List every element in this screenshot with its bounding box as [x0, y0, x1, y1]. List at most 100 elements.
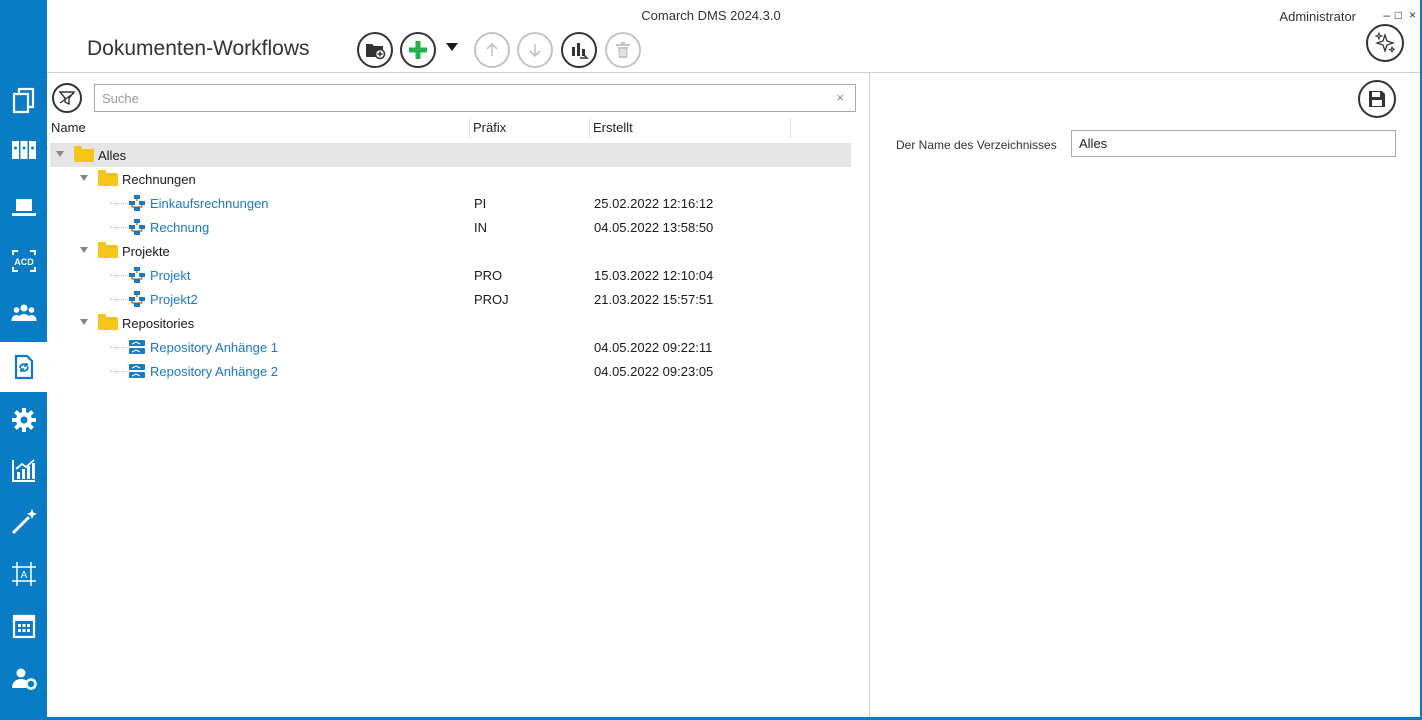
users-icon [11, 304, 36, 321]
sparkles-icon [1374, 31, 1396, 54]
tree-folder-row[interactable]: Projekte [50, 239, 851, 263]
document-workflow-icon [14, 354, 33, 380]
tree-item-row[interactable]: Rechnung IN 04.05.2022 13:58:50 [50, 215, 851, 239]
nav-binders[interactable] [0, 125, 47, 175]
plus-icon [409, 41, 427, 59]
tree-item-row[interactable]: Repository Anhänge 1 04.05.2022 09:22:11 [50, 335, 851, 359]
text-frame-icon: A [11, 562, 36, 586]
column-header-prefix[interactable]: Präfix [473, 120, 506, 135]
tree-item-name[interactable]: Projekt [150, 268, 190, 283]
sort-button[interactable] [561, 32, 597, 68]
nav-text-recognition[interactable]: A [0, 549, 47, 599]
nav-settings[interactable] [0, 395, 47, 445]
minimize-button[interactable]: – [1383, 8, 1390, 22]
tree-item-created: 25.02.2022 12:16:12 [594, 196, 714, 211]
workflow-icon [128, 218, 146, 236]
tree-item-row[interactable]: Projekt2 PROJ 21.03.2022 15:57:51 [50, 287, 851, 311]
column-separator[interactable] [589, 118, 590, 138]
tree-item-prefix: PROJ [474, 292, 509, 307]
nav-reports[interactable] [0, 445, 47, 495]
folder-icon [74, 146, 94, 162]
ai-assistant-button[interactable] [1366, 24, 1404, 62]
move-down-button[interactable] [517, 32, 553, 68]
tree-item-name: Repositories [122, 316, 195, 331]
nav-laptop[interactable] [0, 183, 47, 233]
sort-icon [572, 43, 589, 59]
trash-icon [616, 42, 630, 58]
column-separator[interactable] [790, 118, 791, 138]
tree-item-created: 21.03.2022 15:57:51 [594, 292, 714, 307]
partial-icon [10, 711, 38, 720]
tree-item-prefix: PI [474, 196, 487, 211]
search-input[interactable] [95, 85, 815, 111]
close-button[interactable]: × [1409, 8, 1416, 22]
folder-icon [98, 314, 118, 330]
expand-toggle-icon[interactable] [80, 247, 88, 253]
tree-connector [110, 227, 126, 228]
page-title: Dokumenten-Workflows [87, 37, 310, 60]
filter-button[interactable] [52, 83, 82, 113]
left-nav: ACD A [0, 0, 47, 720]
add-folder-icon [366, 44, 386, 60]
directory-name-input[interactable] [1072, 131, 1395, 156]
delete-button[interactable] [605, 32, 641, 68]
tree-item-created: 04.05.2022 13:58:50 [594, 220, 714, 235]
laptop-icon [11, 199, 36, 216]
column-separator[interactable] [469, 118, 470, 138]
nav-user-settings[interactable] [0, 653, 47, 703]
nav-document-workflows[interactable] [0, 342, 47, 392]
tree-item-name[interactable]: Rechnung [150, 220, 209, 235]
acd-icon: ACD [11, 250, 36, 272]
floppy-disk-icon [1369, 91, 1385, 107]
search-box: × [94, 84, 856, 112]
tree-item-name[interactable]: Repository Anhänge 1 [150, 340, 278, 355]
repository-icon [128, 338, 146, 356]
user-name[interactable]: Administrator [1279, 9, 1356, 24]
arrow-down-icon [529, 44, 541, 58]
column-header-name[interactable]: Name [51, 120, 86, 135]
nav-calculator[interactable] [0, 601, 47, 651]
app-window: ACD A Comarch DMS 2024.3.0 Administrator… [0, 0, 1422, 720]
nav-documents[interactable] [0, 75, 47, 125]
search-clear-icon[interactable]: × [836, 90, 844, 105]
tree-item-name[interactable]: Repository Anhänge 2 [150, 364, 278, 379]
filter-clear-icon [58, 91, 76, 106]
tree-item-name[interactable]: Einkaufsrechnungen [150, 196, 269, 211]
move-up-button[interactable] [474, 32, 510, 68]
add-workflow-button[interactable] [400, 32, 436, 68]
tree-folder-row[interactable]: Repositories [50, 311, 851, 335]
save-button[interactable] [1358, 80, 1396, 118]
binders-icon [11, 141, 36, 159]
tree-item-name: Rechnungen [122, 172, 196, 187]
expand-toggle-icon[interactable] [56, 151, 64, 157]
add-folder-button[interactable] [357, 32, 393, 68]
tree-item-name[interactable]: Projekt2 [150, 292, 198, 307]
nav-acd[interactable]: ACD [0, 236, 47, 286]
add-dropdown-caret[interactable] [446, 43, 458, 51]
magic-wand-icon [11, 509, 37, 535]
tree-folder-row[interactable]: Rechnungen [50, 167, 851, 191]
tree-item-row[interactable]: Projekt PRO 15.03.2022 12:10:04 [50, 263, 851, 287]
nav-users[interactable] [0, 288, 47, 338]
tree-folder-row[interactable]: Alles [50, 143, 851, 167]
workflow-icon [128, 266, 146, 284]
tree-connector [110, 347, 126, 348]
tree-item-created: 04.05.2022 09:22:11 [594, 340, 713, 355]
user-settings-icon [11, 668, 37, 690]
toolbar-divider [47, 72, 1422, 73]
chart-icon [11, 459, 35, 482]
column-header-created[interactable]: Erstellt [593, 120, 633, 135]
nav-more[interactable] [0, 700, 47, 720]
tree-item-created: 04.05.2022 09:23:05 [594, 364, 714, 379]
nav-magic[interactable] [0, 496, 47, 546]
workflow-icon [128, 194, 146, 212]
expand-toggle-icon[interactable] [80, 175, 88, 181]
panel-splitter[interactable] [869, 73, 870, 718]
documents-icon [12, 87, 34, 114]
tree-item-row[interactable]: Repository Anhänge 2 04.05.2022 09:23:05 [50, 359, 851, 383]
tree-connector [110, 299, 126, 300]
maximize-button[interactable]: □ [1395, 8, 1402, 22]
folder-icon [98, 242, 118, 258]
tree-item-row[interactable]: Einkaufsrechnungen PI 25.02.2022 12:16:12 [50, 191, 851, 215]
expand-toggle-icon[interactable] [80, 319, 88, 325]
